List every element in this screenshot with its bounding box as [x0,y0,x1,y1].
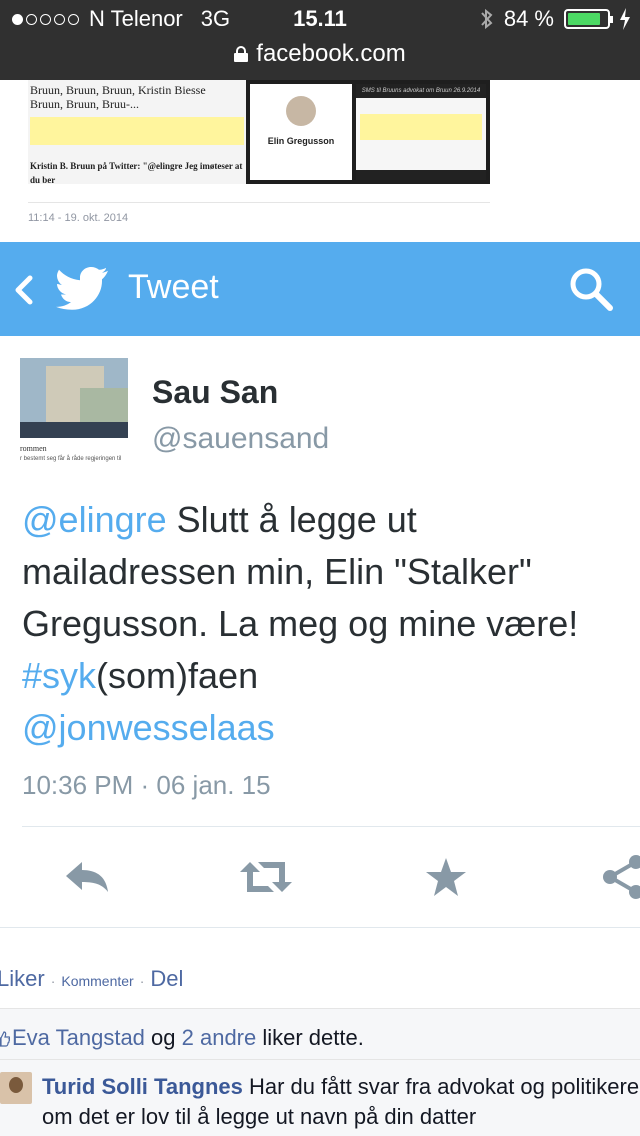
post-image-footer [356,170,486,180]
search-icon[interactable] [568,266,614,312]
back-chevron-icon[interactable] [10,270,36,310]
likes-and: og [144,1025,182,1050]
post-image-names-line2: Bruun, Bruun, Bruu-... [30,97,139,111]
post-image[interactable]: Bruun, Bruun, Bruun, Kristin Biesse Bruu… [28,80,490,184]
post-timestamp: 11:14 - 19. okt. 2014 [28,212,129,224]
avatar-caption: rommen [20,444,47,453]
post-image-sms-highlight [360,114,482,140]
battery-level [568,13,600,25]
reply-icon[interactable] [62,852,112,902]
tweet-body-2: (som)faen [96,655,259,696]
tweet-actions [0,852,640,902]
separator: · [139,973,145,989]
post-image-sms-panel: SMS til Bruuns advokat om Bruun 26.9.201… [356,84,486,180]
tweet-mention-link-2[interactable]: @jonwesselaas [22,707,275,748]
tweet-author-name[interactable]: Sau San [152,374,278,411]
bluetooth-icon [481,8,493,30]
others-link[interactable]: 2 andre [182,1025,257,1050]
divider [22,826,640,827]
likes-suffix: liker dette. [256,1025,364,1050]
status-bar: N Telenor 3G 15.11 84 % facebook.com [0,0,640,80]
lock-icon [234,46,249,62]
tweet-author-handle[interactable]: @sauensand [152,422,329,456]
tweet-avatar[interactable]: rommen r bestemt seg får å råde regjerin… [20,358,130,468]
twitter-header-title: Tweet [128,268,219,306]
battery-icon [564,9,613,29]
post-image-avatar [286,96,316,126]
post-image-left-panel: Bruun, Bruun, Bruun, Kristin Biesse Bruu… [28,80,246,184]
tweet-text: @elingre Slutt å legge ut mailadressen m… [22,494,632,754]
post-image-twitter-line: Kristin B. Bruun på Twitter: "@elingre J… [30,161,243,184]
avatar-subcaption: r bestemt seg får å råde regjeringen til [20,456,122,462]
comment-author-link[interactable]: Turid Solli Tangnes [42,1074,243,1099]
separator: · [50,973,56,989]
post-image-highlight [30,117,244,145]
charging-icon [620,8,630,30]
url-text: facebook.com [256,40,406,67]
comment-item: Turid Solli Tangnes Har du fått svar fra… [0,1060,640,1136]
post-image-person-name: Elin Gregusson [267,136,335,146]
avatar[interactable] [0,1072,32,1104]
liker-link[interactable]: Eva Tangstad [12,1025,145,1050]
tweet-card: rommen r bestemt seg får å råde regjerin… [0,336,640,928]
comment-link[interactable]: Kommenter [61,973,133,989]
divider [28,202,490,203]
twitter-bird-icon [56,266,108,310]
post-image-profile-panel: Elin Gregusson [250,84,352,180]
fb-action-bar: Liker · Kommenter · Del [0,966,640,1006]
like-link[interactable]: Liker [0,966,45,991]
tweet-hashtag-link[interactable]: #syk [22,655,96,696]
share-link[interactable]: Del [150,966,183,991]
tweet-mention-link[interactable]: @elingre [22,499,167,540]
post-image-names-line1: Bruun, Bruun, Bruun, Kristin Biesse [30,83,206,97]
address-bar[interactable]: facebook.com [0,40,640,68]
post-image-sms-caption: SMS til Bruuns advokat om Bruun 26.9.201… [356,84,486,98]
favorite-star-icon[interactable] [424,852,468,902]
thumbs-up-icon [0,1031,10,1047]
retweet-icon[interactable] [238,852,294,902]
likes-summary: Eva Tangstad og 2 andre liker dette. [0,1008,640,1060]
twitter-header: Tweet [0,242,640,336]
battery-percent: 84 % [503,6,554,31]
comment-text: Turid Solli Tangnes Har du fått svar fra… [42,1072,640,1132]
tweet-timestamp: 10:36 PM · 06 jan. 15 [22,770,271,800]
share-icon[interactable] [602,852,640,902]
screen: N Telenor 3G 15.11 84 % facebook.com Bru… [0,0,640,1136]
